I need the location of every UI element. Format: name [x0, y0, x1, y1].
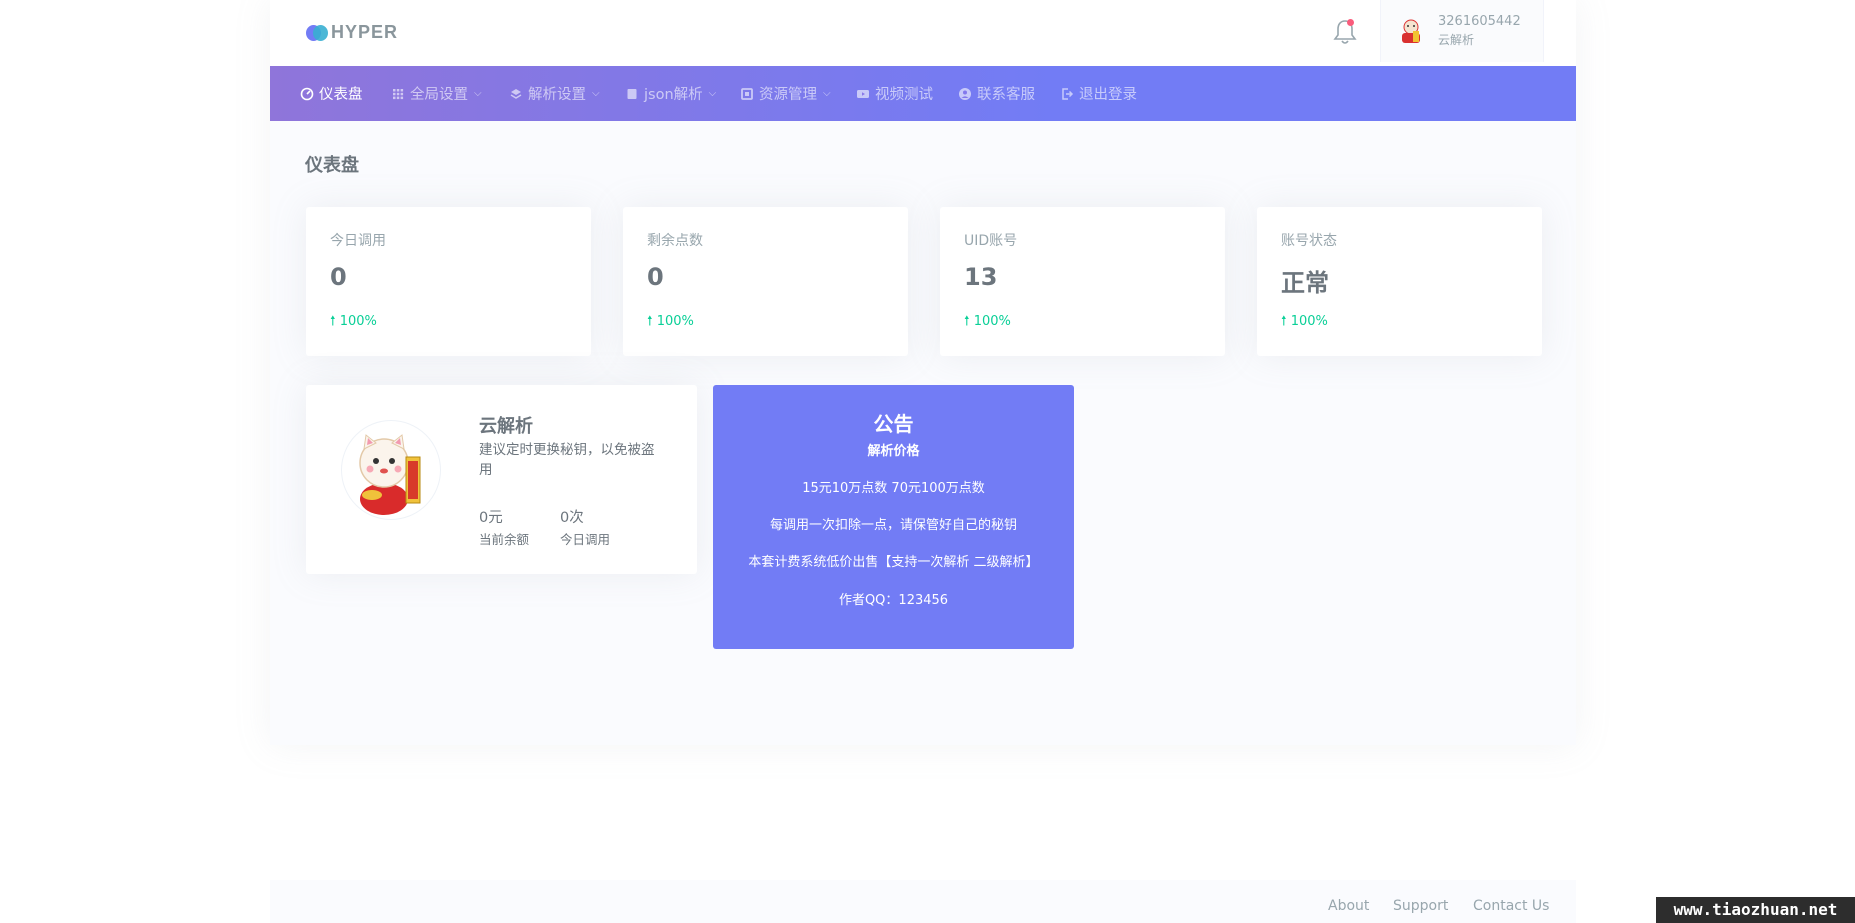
- user-menu[interactable]: 3261605442 云解析: [1380, 0, 1544, 62]
- balance-value: 0元: [479, 510, 503, 526]
- notice-title: 公告: [873, 412, 914, 436]
- notification-badge: [1347, 19, 1354, 26]
- profile-name: 云解析: [479, 416, 533, 437]
- profile-avatar: [341, 420, 441, 520]
- notice-line: 每调用一次扣除一点，请保管好自己的秘钥: [769, 518, 1017, 533]
- stat-value: 0: [647, 263, 664, 291]
- logout-icon: [1062, 87, 1074, 100]
- notice-line: 15元10万点数 70元100万点数: [802, 481, 985, 496]
- dashboard-icon: [300, 87, 314, 100]
- stat-card-uid-account: UID账号 13 🠕 100%: [940, 207, 1225, 356]
- video-icon: [857, 89, 869, 98]
- nav-label: 视频测试: [875, 87, 933, 103]
- arrow-up-icon: 🠕: [330, 314, 336, 329]
- avatar: [1399, 18, 1423, 44]
- page-title: 仪表盘: [305, 155, 359, 176]
- footer: About Support Contact Us: [270, 880, 1576, 923]
- profile-card: 云解析 建议定时更换秘钥，以免被盗用 0元 当前余额 0次 今日调用: [306, 385, 697, 574]
- chevron-down-icon: ⌵: [823, 88, 831, 99]
- footer-link-support[interactable]: Support: [1393, 898, 1448, 914]
- nav-video-test[interactable]: 视频测试: [856, 66, 933, 121]
- logo-text: HYPER: [331, 22, 399, 42]
- book-icon: [627, 88, 637, 99]
- nav-json-parse[interactable]: json解析 ⌵: [625, 66, 716, 121]
- main-nav: 仪表盘 全局设置 ⌵ 解析设置 ⌵ json解析 ⌵ 资源管理 ⌵ 视频测试 联…: [270, 66, 1576, 121]
- user-role: 云解析: [1438, 33, 1475, 47]
- stat-change: 🠕 100%: [330, 314, 377, 329]
- layers-icon: [510, 88, 522, 99]
- stat-card-remaining-points: 剩余点数 0 🠕 100%: [623, 207, 908, 356]
- arrow-up-icon: 🠕: [647, 314, 653, 329]
- logo[interactable]: HYPER: [306, 22, 398, 43]
- stat-label: 账号状态: [1281, 233, 1337, 249]
- nav-label: 资源管理: [759, 87, 817, 103]
- stat-card-account-status: 账号状态 正常 🠕 100%: [1257, 207, 1542, 356]
- grid-icon: [393, 88, 404, 99]
- stat-value: 正常: [1281, 269, 1329, 297]
- nav-logout[interactable]: 退出登录: [1060, 66, 1137, 121]
- main-container: HYPER 3261605442 云解析 仪表盘 全局设置 ⌵ 解析设置 ⌵ j…: [270, 0, 1576, 745]
- stat-change: 🠕 100%: [1281, 314, 1328, 329]
- nav-contact-support[interactable]: 联系客服: [958, 66, 1035, 121]
- topbar: HYPER 3261605442 云解析: [270, 0, 1576, 66]
- nav-label: 退出登录: [1079, 87, 1137, 103]
- bell-icon[interactable]: [1331, 17, 1359, 47]
- stat-label: 今日调用: [330, 233, 386, 249]
- stat-label: UID账号: [964, 233, 1018, 249]
- nav-label: 全局设置: [410, 87, 468, 103]
- notice-line: 本套计费系统低价出售【支持一次解析 二级解析】: [748, 555, 1039, 570]
- stat-label: 剩余点数: [647, 233, 703, 249]
- stat-change: 🠕 100%: [964, 314, 1011, 329]
- arrow-up-icon: 🠕: [1281, 314, 1287, 329]
- nav-parse-settings[interactable]: 解析设置 ⌵: [509, 66, 600, 121]
- balance-label: 当前余额: [479, 532, 530, 547]
- notice-subtitle: 解析价格: [867, 444, 920, 459]
- nav-label: 解析设置: [528, 87, 586, 103]
- footer-link-about[interactable]: About: [1328, 898, 1369, 914]
- today-calls-value: 0次: [560, 510, 584, 526]
- nav-label: 联系客服: [977, 87, 1035, 103]
- stat-value: 0: [330, 263, 347, 291]
- chevron-down-icon: ⌵: [592, 88, 600, 99]
- arrow-up-icon: 🠕: [964, 314, 970, 329]
- chevron-down-icon: ⌵: [474, 88, 482, 99]
- nav-dashboard[interactable]: 仪表盘: [300, 66, 363, 121]
- notice-card: 公告 解析价格 15元10万点数 70元100万点数 每调用一次扣除一点，请保管…: [713, 385, 1074, 649]
- nav-label: json解析: [644, 87, 703, 103]
- user-name: 3261605442: [1438, 14, 1521, 29]
- notice-line: 作者QQ：123456: [838, 593, 949, 608]
- box-icon: [741, 87, 753, 100]
- chevron-down-icon: ⌵: [708, 88, 717, 99]
- stat-card-today-calls: 今日调用 0 🠕 100%: [306, 207, 591, 356]
- profile-description: 建议定时更换秘钥，以免被盗用: [479, 442, 655, 478]
- nav-label: 仪表盘: [319, 87, 363, 103]
- nav-global-settings[interactable]: 全局设置 ⌵: [391, 66, 482, 121]
- nav-resource-management[interactable]: 资源管理 ⌵: [740, 66, 831, 121]
- watermark: www.tiaozhuan.net: [1656, 897, 1855, 923]
- logo-mark-icon: [306, 24, 328, 41]
- stat-value: 13: [964, 263, 998, 291]
- user-circle-icon: [959, 87, 971, 100]
- footer-link-contact[interactable]: Contact Us: [1473, 898, 1549, 914]
- today-calls-label: 今日调用: [560, 532, 611, 547]
- stat-change: 🠕 100%: [647, 314, 694, 329]
